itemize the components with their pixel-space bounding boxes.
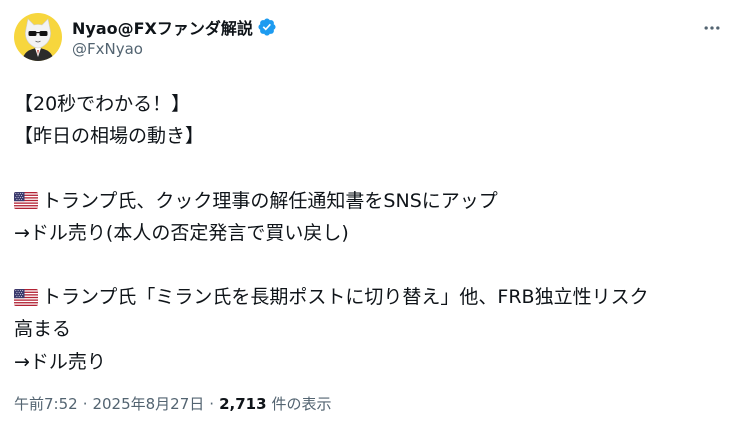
text-line: トランプ氏「ミラン氏を長期ポストに切り替え」他、FRB独立性リスク [14, 281, 726, 313]
text-line: →ドル売り(本人の否定発言で買い戻し) [14, 221, 349, 244]
text-line: →ドル売り [14, 350, 106, 373]
tweet-meta: 午前7:52 · 2025年8月27日 · 2,713 件の表示 [14, 393, 332, 414]
display-name[interactable]: Nyao@FXファンダ解説 [72, 15, 253, 39]
text-line: トランプ氏、クック理事の解任通知書をSNSにアップ [14, 185, 726, 217]
handle[interactable]: @FxNyao [72, 40, 277, 58]
view-label: 件の表示 [271, 395, 332, 413]
us-flag-icon [14, 288, 38, 306]
tweet-author: Nyao@FXファンダ解説 @FxNyao [72, 16, 277, 58]
verified-badge-icon [257, 17, 277, 37]
tweet: Nyao@FXファンダ解説 @FxNyao 【20秒でわかる！】 【昨日の相場の… [0, 0, 739, 430]
text-line: 【20秒でわかる！】 [14, 93, 191, 115]
tweet-time-link[interactable]: 午前7:52 [14, 393, 78, 414]
cat-avatar-icon [14, 13, 62, 61]
text-line: 高まる [14, 318, 72, 341]
us-flag-icon [14, 192, 38, 210]
meta-separator: · [82, 394, 88, 413]
text-line: 【昨日の相場の動き】 [14, 125, 205, 148]
meta-separator: · [209, 394, 215, 413]
tweet-text: 【20秒でわかる！】 【昨日の相場の動き】 トランプ氏、クック理事の解任通知書を… [14, 88, 726, 378]
view-count: 2,713 [219, 394, 267, 413]
avatar[interactable] [14, 13, 62, 61]
tweet-date-link[interactable]: 2025年8月27日 [92, 393, 204, 414]
more-horizontal-icon [704, 26, 720, 30]
more-options-button[interactable] [695, 14, 729, 42]
